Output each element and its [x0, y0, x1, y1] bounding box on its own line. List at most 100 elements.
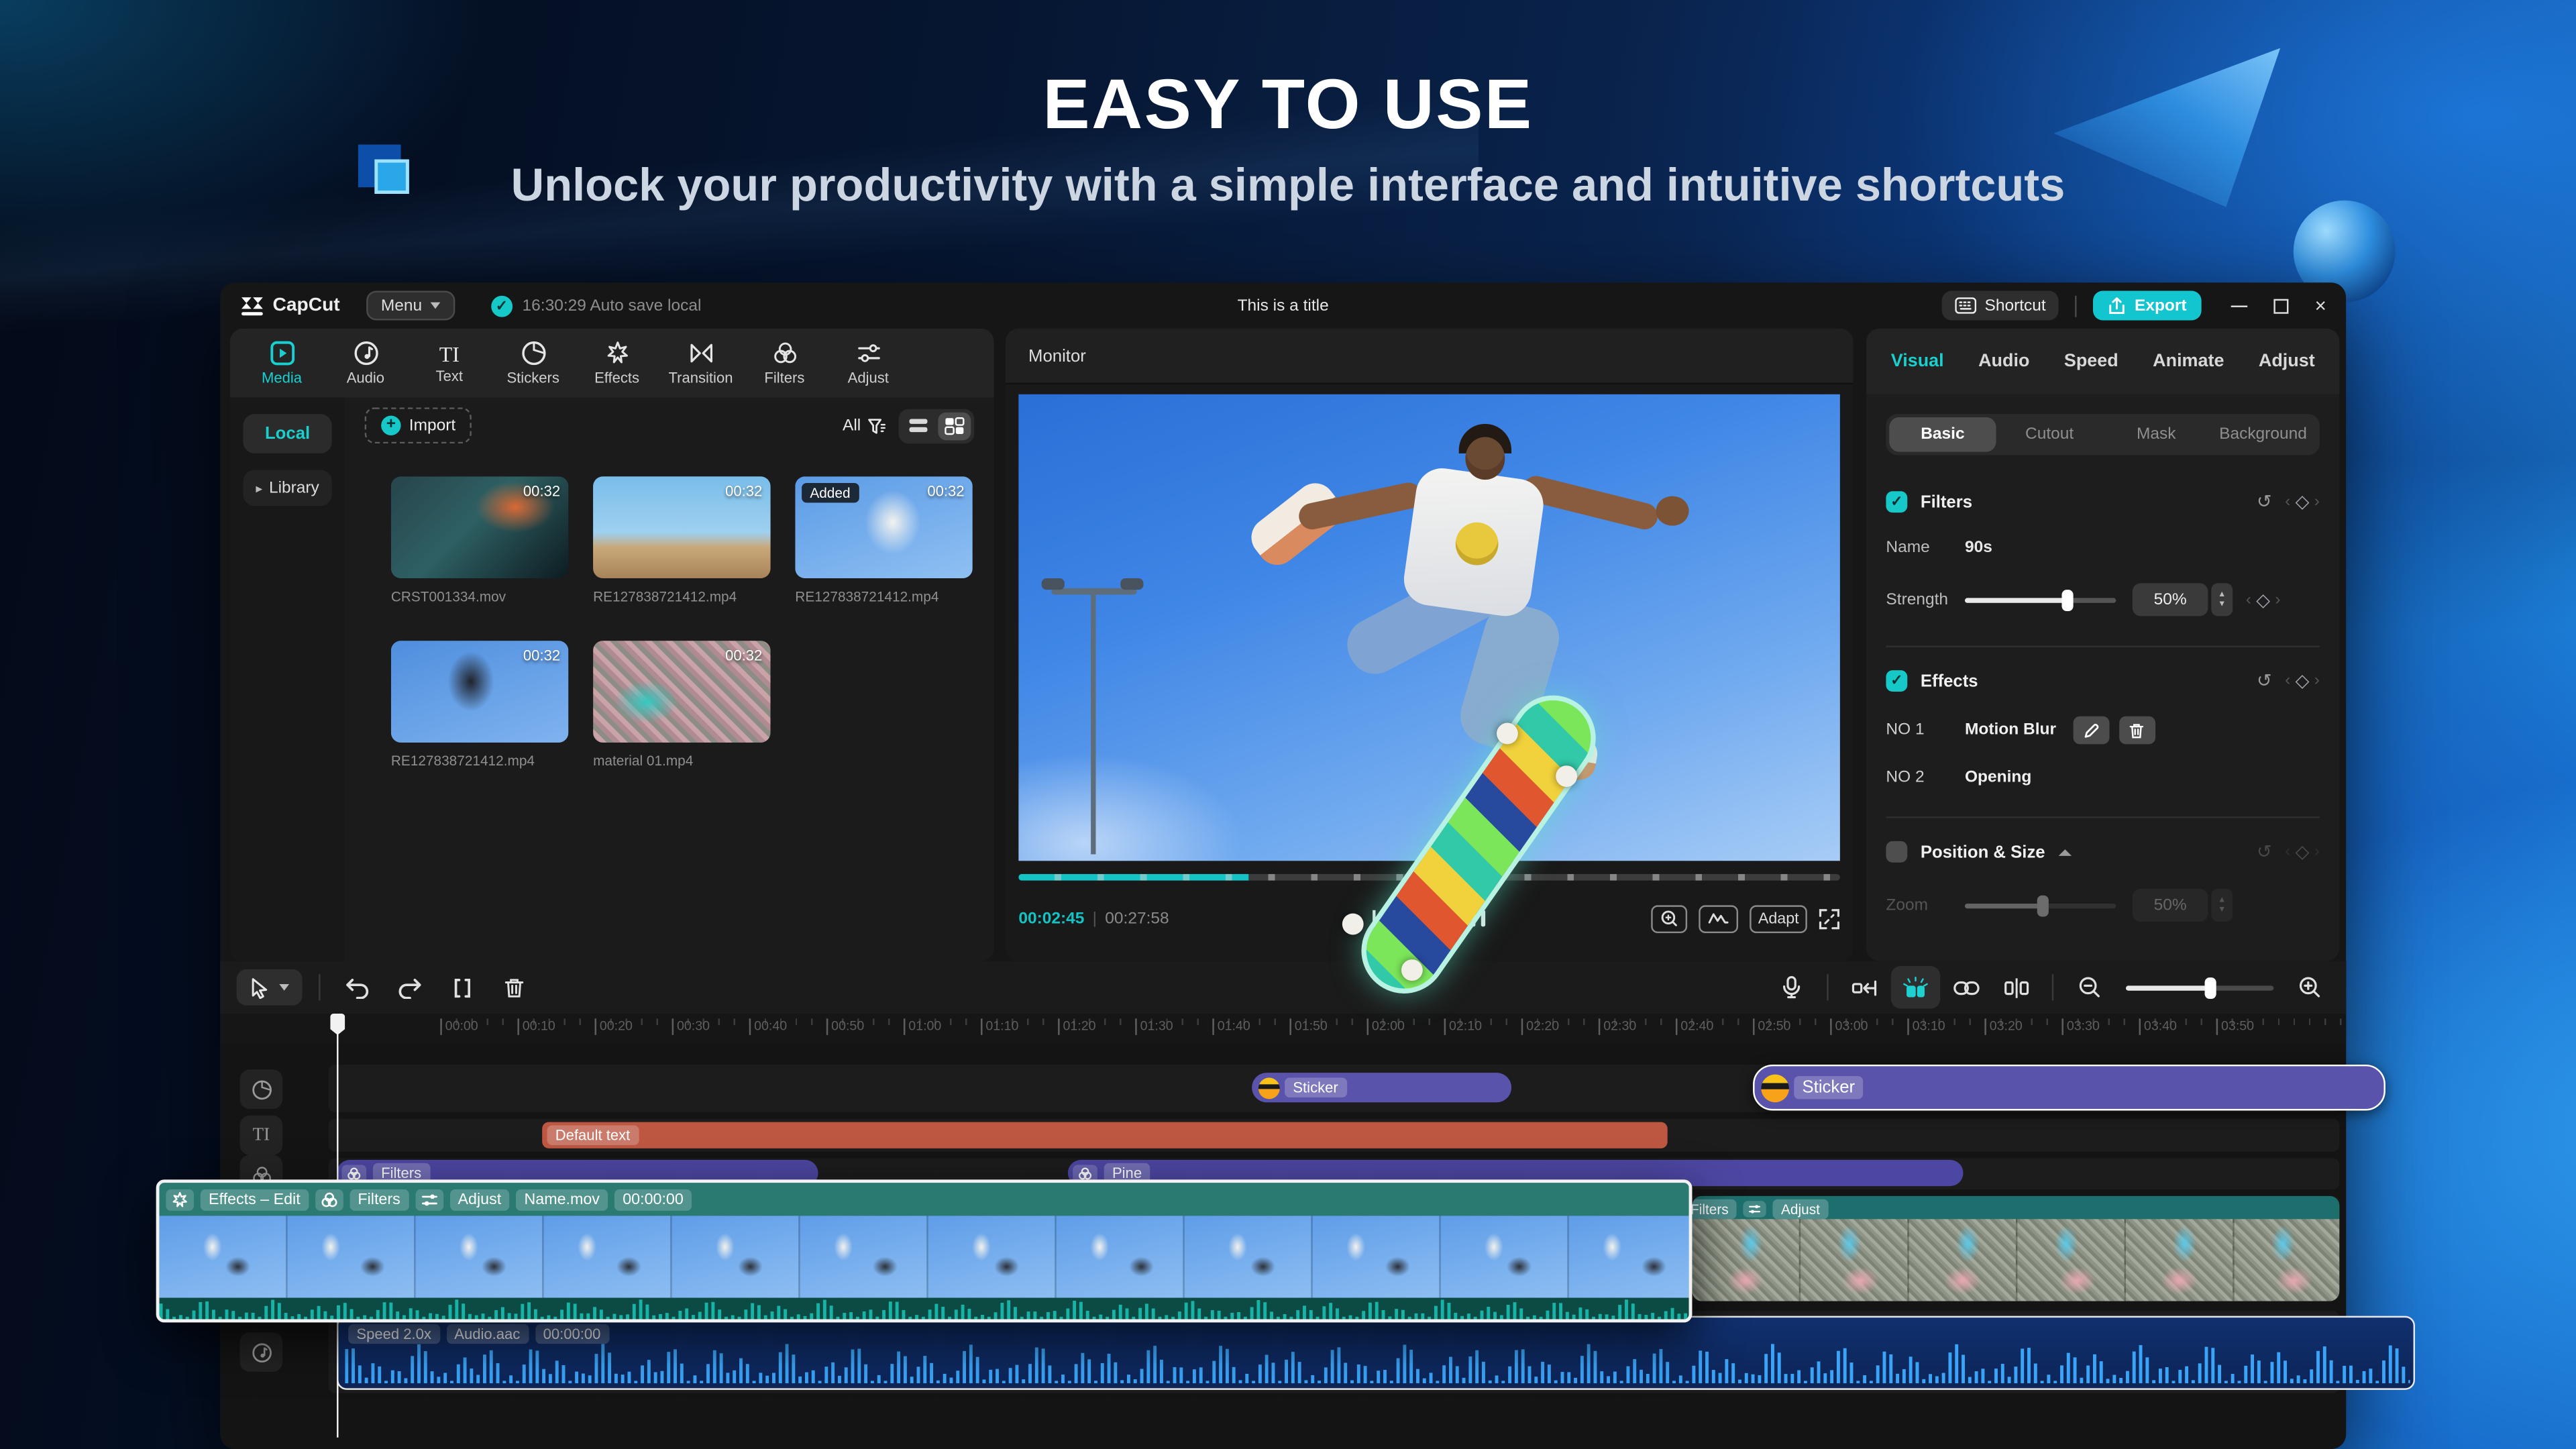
reset-icon[interactable]: ↺: [2257, 491, 2272, 513]
subtab-mask[interactable]: Mask: [2103, 417, 2210, 451]
shortcut-button[interactable]: Shortcut: [1941, 290, 2059, 321]
filmstrip-frame: [1568, 1216, 1689, 1298]
pause-button[interactable]: [1470, 908, 1488, 928]
duration-badge: 00:32: [725, 483, 763, 500]
effects-checkbox[interactable]: ✓: [1886, 670, 1908, 692]
skater-head: [1465, 437, 1505, 480]
grid-view-button[interactable]: [938, 411, 971, 440]
filter-all-button[interactable]: All: [843, 417, 886, 435]
video-clip-filters-badge: Filters: [1692, 1198, 1737, 1218]
toolbar-item-audio[interactable]: Audio: [323, 340, 407, 386]
keyframe-prev-icon[interactable]: ‹: [2285, 672, 2290, 690]
sticker-clip-2[interactable]: Sticker: [1753, 1064, 2385, 1111]
previous-frame-button[interactable]: [1420, 908, 1440, 928]
stepper-down-icon[interactable]: ▼: [2218, 905, 2226, 915]
keyframe-next-icon[interactable]: ›: [2275, 590, 2280, 608]
toolbar-item-text[interactable]: TI Text: [407, 343, 491, 384]
zoom-value[interactable]: 50%: [2132, 888, 2208, 922]
media-item[interactable]: 00:32 CRST001334.mov: [390, 476, 569, 641]
list-view-button[interactable]: [902, 411, 934, 439]
local-tab[interactable]: Local: [243, 414, 332, 453]
strength-slider[interactable]: [1964, 588, 2116, 610]
stepper-up-icon[interactable]: ▲: [2218, 590, 2226, 600]
playhead-handle[interactable]: [330, 1014, 345, 1035]
tab-animate[interactable]: Animate: [2153, 352, 2224, 371]
stepper-up-icon[interactable]: ▲: [2218, 896, 2226, 906]
keyframe-prev-icon[interactable]: ‹: [2285, 493, 2290, 511]
keyframe-next-icon[interactable]: ›: [2314, 672, 2320, 690]
toolbar-item-adjust[interactable]: Adjust: [826, 340, 910, 386]
render-preview-button[interactable]: [1699, 904, 1739, 932]
toolbar-label: Adjust: [847, 370, 889, 386]
text-clip[interactable]: Default text: [542, 1122, 1668, 1148]
keyframe-next-icon[interactable]: ›: [2314, 493, 2320, 511]
tab-adjust[interactable]: Adjust: [2259, 352, 2315, 371]
tab-audio[interactable]: Audio: [1978, 352, 2029, 371]
effects-icon: [604, 340, 630, 366]
audio-clip[interactable]: Speed 2.0x Audio.aac 00:00:00: [337, 1316, 2416, 1390]
text-clip-label: Default text: [547, 1125, 639, 1145]
filmstrip-frame: [1184, 1216, 1313, 1298]
preview-video: [1018, 394, 1840, 861]
toolbar-item-media[interactable]: Media: [240, 340, 324, 386]
delete-effect-button[interactable]: [2118, 716, 2155, 745]
reset-icon[interactable]: ↺: [2257, 841, 2272, 862]
maximize-button[interactable]: [2273, 298, 2289, 313]
sticker-track-icon: [239, 1069, 283, 1110]
tab-speed[interactable]: Speed: [2064, 352, 2118, 371]
keyframe-diamond-icon[interactable]: ◇: [2256, 589, 2270, 610]
toolbar-item-stickers[interactable]: Stickers: [491, 340, 575, 386]
subtab-basic[interactable]: Basic: [1889, 417, 1996, 452]
titlebar: CapCut Menu ✓ 16:30:29 Auto save local T…: [220, 282, 2346, 329]
preview-progress-bar[interactable]: [1018, 873, 1840, 881]
slider-thumb[interactable]: [2061, 588, 2074, 610]
position-size-checkbox[interactable]: ✓: [1886, 841, 1908, 863]
fullscreen-icon[interactable]: [1819, 908, 1840, 929]
text-icon: TI: [439, 341, 460, 366]
keyframe-next-icon[interactable]: ›: [2314, 843, 2320, 861]
keyframe-prev-icon[interactable]: ‹: [2246, 590, 2251, 608]
minimize-button[interactable]: [2231, 305, 2248, 307]
filmstrip-frame: [672, 1216, 800, 1298]
import-button[interactable]: + Import: [364, 407, 472, 444]
toolbar-item-transition[interactable]: Transition: [659, 340, 743, 386]
zoomed-video-clip[interactable]: Effects – Edit Filters Adjust Name.mov 0…: [156, 1179, 1693, 1323]
stepper-down-icon[interactable]: ▼: [2218, 600, 2226, 610]
subtab-background[interactable]: Background: [2210, 417, 2316, 451]
edit-effect-button[interactable]: [2072, 716, 2109, 745]
keyframe-prev-icon[interactable]: ‹: [2285, 843, 2290, 861]
zoom-stepper[interactable]: ▲ ▼: [2211, 888, 2233, 922]
media-item[interactable]: 00:32 RE127838721412.mp4: [390, 641, 569, 805]
filters-checkbox[interactable]: ✓: [1886, 491, 1908, 513]
keyframe-diamond-icon[interactable]: ◇: [2296, 841, 2310, 862]
zoom-property-slider[interactable]: [1964, 894, 2116, 916]
toolbar-item-effects[interactable]: Effects: [575, 340, 659, 386]
effect-name: Motion Blur: [1964, 721, 2057, 740]
slider-thumb[interactable]: [2037, 894, 2049, 916]
reset-icon[interactable]: ↺: [2257, 670, 2272, 692]
subtab-cutout[interactable]: Cutout: [1996, 417, 2103, 451]
keyframe-diamond-icon[interactable]: ◇: [2296, 491, 2310, 513]
strength-stepper[interactable]: ▲ ▼: [2211, 583, 2233, 616]
keyframe-diamond-icon[interactable]: ◇: [2296, 670, 2310, 692]
menu-button[interactable]: Menu: [366, 290, 455, 321]
strength-value[interactable]: 50%: [2132, 583, 2208, 616]
library-tab[interactable]: ▸ Library: [243, 470, 332, 506]
toolbar-item-filters[interactable]: Filters: [743, 340, 826, 386]
skip-to-start-button[interactable]: [1371, 908, 1391, 928]
media-thumbnail: Added 00:32: [795, 476, 973, 579]
export-button[interactable]: Export: [2093, 290, 2202, 321]
adapt-ratio-button[interactable]: Adapt: [1750, 904, 1807, 932]
media-item[interactable]: 00:32 RE127838721412.mp4: [593, 476, 771, 641]
media-item[interactable]: Added 00:32 RE127838721412.mp4: [795, 476, 973, 641]
preview-quality-button[interactable]: [1651, 904, 1688, 932]
sticker-clip-1[interactable]: Sticker: [1252, 1073, 1512, 1103]
video-clip-right[interactable]: Filters Adjust: [1692, 1195, 2340, 1301]
tab-visual[interactable]: Visual: [1891, 352, 1944, 371]
section-divider: [1886, 816, 2320, 818]
filmstrip-frame: [1056, 1216, 1185, 1298]
close-button[interactable]: ×: [2315, 296, 2326, 315]
media-item[interactable]: 00:32 material 01.mp4: [593, 641, 771, 805]
collapse-caret-icon[interactable]: [2058, 848, 2072, 855]
chevron-down-icon: [430, 302, 441, 309]
